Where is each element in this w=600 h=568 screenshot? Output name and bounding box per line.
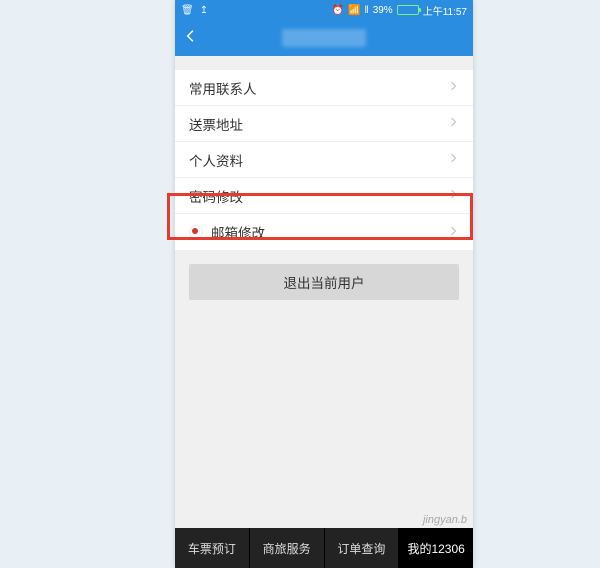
chevron-right-icon (447, 188, 459, 203)
chevron-right-icon (447, 152, 459, 167)
nav-bar (175, 20, 473, 56)
tab-label: 车票预订 (188, 540, 236, 557)
status-bar: 🗑 ↥ ⏰ 📶 ‖ 39% 上午11:57 (175, 0, 473, 20)
tab-my-12306[interactable]: 我的12306 (399, 528, 473, 568)
row-contacts[interactable]: 常用联系人 (175, 70, 473, 106)
chevron-right-icon (447, 80, 459, 95)
tab-label: 订单查询 (337, 540, 385, 557)
phone-frame: 🗑 ↥ ⏰ 📶 ‖ 39% 上午11:57 常用联系人 送票地址 (175, 0, 473, 568)
trash-icon: 🗑 (181, 5, 194, 16)
row-label: 密码修改 (189, 186, 243, 206)
row-label: 送票地址 (189, 114, 243, 134)
battery-percent: 39% (373, 5, 393, 16)
upload-icon: ↥ (200, 5, 208, 16)
nav-title (282, 29, 366, 47)
logout-button[interactable]: 退出当前用户 (189, 264, 459, 300)
row-label: 常用联系人 (189, 78, 257, 98)
watermark-text: jingyan.b (423, 514, 467, 526)
row-change-password[interactable]: 密码修改 (175, 178, 473, 214)
battery-icon (397, 5, 419, 15)
settings-list: 常用联系人 送票地址 个人资料 密码修改 邮箱修改 (175, 70, 473, 250)
chevron-right-icon (447, 116, 459, 131)
tab-orders[interactable]: 订单查询 (325, 528, 400, 568)
signal-icon: ‖ (365, 5, 369, 16)
row-profile[interactable]: 个人资料 (175, 142, 473, 178)
tab-label: 商旅服务 (263, 540, 311, 557)
wifi-icon: 📶 (348, 5, 360, 16)
row-change-email[interactable]: 邮箱修改 (175, 214, 473, 250)
tab-business-travel[interactable]: 商旅服务 (250, 528, 325, 568)
alarm-icon: ⏰ (332, 5, 344, 16)
row-label: 个人资料 (189, 150, 243, 170)
back-icon[interactable] (183, 28, 199, 49)
row-delivery-address[interactable]: 送票地址 (175, 106, 473, 142)
status-time: 上午11:57 (423, 3, 467, 18)
notification-badge-icon (189, 225, 203, 239)
tab-bar: 车票预订 商旅服务 订单查询 我的12306 (175, 528, 473, 568)
tab-booking[interactable]: 车票预订 (175, 528, 250, 568)
row-label: 邮箱修改 (211, 222, 265, 242)
content-area: 常用联系人 送票地址 个人资料 密码修改 邮箱修改 (175, 70, 473, 300)
logout-label: 退出当前用户 (284, 272, 365, 292)
chevron-right-icon (447, 225, 459, 240)
tab-label: 我的12306 (407, 540, 464, 557)
